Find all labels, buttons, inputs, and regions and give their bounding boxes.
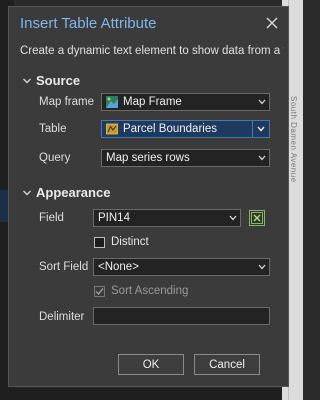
- field-value: PIN14: [98, 212, 130, 224]
- delimiter-label: Delimiter: [39, 311, 85, 323]
- delimiter-input[interactable]: [93, 307, 270, 325]
- close-button[interactable]: [262, 13, 282, 33]
- table-value: Parcel Boundaries: [123, 123, 217, 135]
- table-layer-icon: [106, 123, 118, 135]
- spreadsheet-icon: [251, 212, 263, 224]
- map-frame-dropdown[interactable]: Map Frame: [101, 93, 270, 111]
- map-frame-label: Map frame: [39, 96, 94, 108]
- table-label: Table: [39, 123, 67, 135]
- chevron-down-icon: [226, 215, 240, 221]
- source-heading: Source: [36, 73, 81, 88]
- checkmark-icon: [95, 287, 104, 295]
- sort-ascending-label: Sort Ascending: [111, 285, 189, 297]
- chevron-down-icon: [23, 190, 31, 195]
- field-dropdown[interactable]: PIN14: [93, 209, 241, 227]
- sort-field-label: Sort Field: [39, 261, 89, 273]
- field-label: Field: [39, 212, 64, 224]
- chevron-down-icon: [255, 264, 269, 270]
- appearance-heading: Appearance: [36, 185, 111, 200]
- map-frame-value: Map Frame: [123, 96, 182, 108]
- insert-table-attribute-dialog: Insert Table Attribute Create a dynamic …: [8, 6, 289, 387]
- appearance-section-header[interactable]: Appearance: [22, 185, 110, 200]
- dialog-title: Insert Table Attribute: [20, 15, 157, 32]
- distinct-label: Distinct: [111, 236, 149, 248]
- ok-button[interactable]: OK: [118, 354, 184, 375]
- map-frame-icon: [106, 96, 118, 108]
- field-expression-button[interactable]: [249, 210, 265, 226]
- query-value: Map series rows: [106, 152, 190, 164]
- dialog-description: Create a dynamic text element to show da…: [20, 45, 284, 57]
- query-dropdown[interactable]: Map series rows: [101, 149, 270, 167]
- chevron-down-icon: [23, 78, 31, 83]
- distinct-checkbox-row[interactable]: Distinct: [94, 236, 149, 248]
- distinct-checkbox[interactable]: [94, 236, 105, 248]
- sort-field-dropdown[interactable]: <None>: [93, 258, 270, 276]
- chevron-down-icon: [252, 121, 269, 137]
- dialog-titlebar[interactable]: Insert Table Attribute: [9, 7, 288, 39]
- close-icon: [266, 17, 278, 29]
- source-section-header[interactable]: Source: [22, 73, 80, 88]
- cancel-button[interactable]: Cancel: [194, 354, 260, 375]
- table-dropdown[interactable]: Parcel Boundaries: [101, 120, 270, 138]
- sort-field-value: <None>: [98, 261, 139, 273]
- query-label: Query: [39, 152, 71, 164]
- sort-ascending-checkbox-row[interactable]: Sort Ascending: [94, 285, 188, 297]
- sort-ascending-checkbox[interactable]: [94, 285, 105, 297]
- app-bottom-strip: [14, 388, 282, 400]
- chevron-down-icon: [255, 99, 269, 105]
- chevron-down-icon: [255, 155, 269, 161]
